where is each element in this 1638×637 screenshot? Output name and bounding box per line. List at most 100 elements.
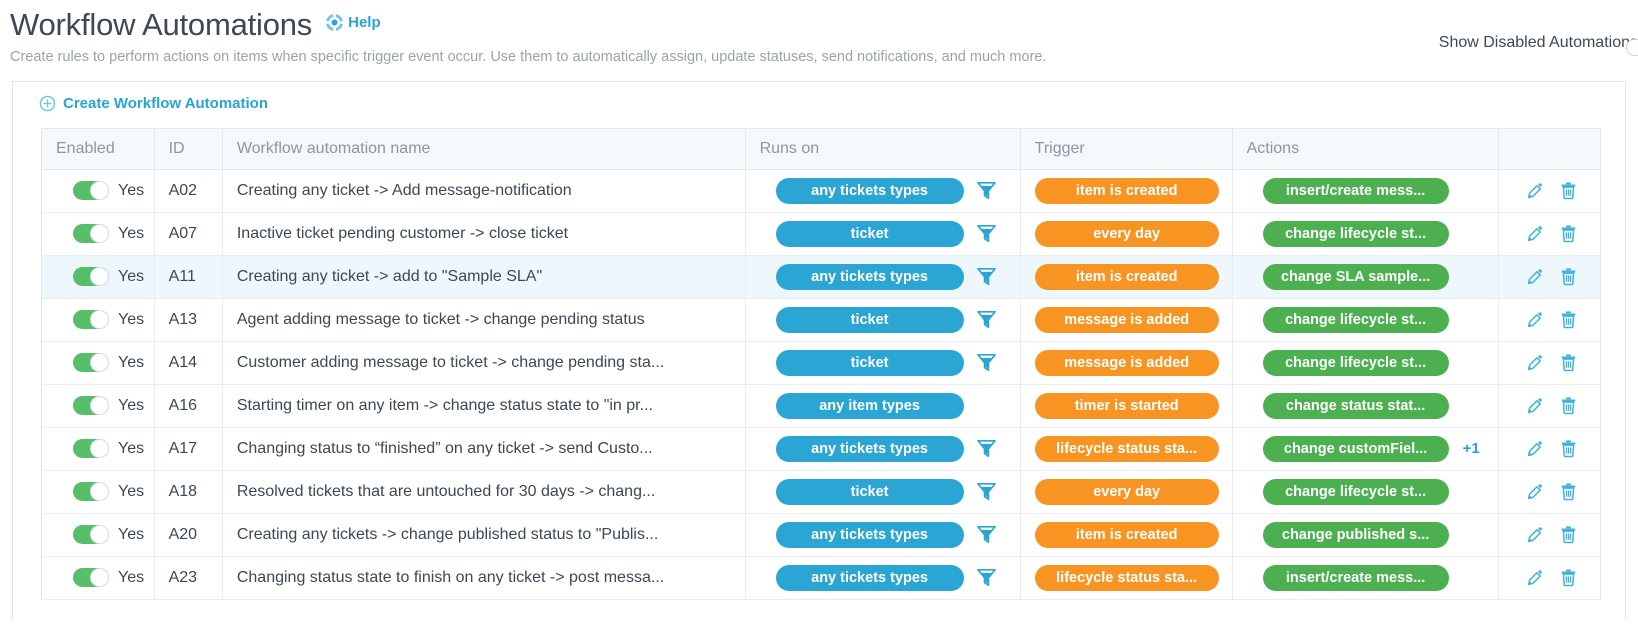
pencil-icon[interactable] bbox=[1526, 482, 1545, 501]
trash-icon[interactable] bbox=[1559, 310, 1578, 329]
trash-icon[interactable] bbox=[1559, 482, 1578, 501]
trigger-pill[interactable]: every day bbox=[1035, 479, 1219, 505]
trash-icon[interactable] bbox=[1559, 439, 1578, 458]
runs-on-pill[interactable]: any tickets types bbox=[776, 565, 964, 591]
runs-on-pill[interactable]: any item types bbox=[776, 393, 964, 419]
funnel-icon[interactable] bbox=[977, 182, 996, 199]
cell-name[interactable]: Resolved tickets that are untouched for … bbox=[222, 470, 745, 513]
trash-icon[interactable] bbox=[1559, 568, 1578, 587]
column-header-actions[interactable]: Actions bbox=[1232, 129, 1498, 169]
trash-icon[interactable] bbox=[1559, 396, 1578, 415]
table-row[interactable]: YesA18Resolved tickets that are untouche… bbox=[42, 470, 1600, 513]
action-pill[interactable]: change lifecycle st... bbox=[1263, 479, 1449, 505]
enabled-toggle[interactable] bbox=[73, 310, 109, 329]
cell-name[interactable]: Agent adding message to ticket -> change… bbox=[222, 298, 745, 341]
pencil-icon[interactable] bbox=[1526, 310, 1545, 329]
trigger-pill[interactable]: message is added bbox=[1035, 350, 1219, 376]
runs-on-pill[interactable]: ticket bbox=[776, 307, 964, 333]
trash-icon[interactable] bbox=[1559, 525, 1578, 544]
column-header-name[interactable]: Workflow automation name bbox=[222, 129, 745, 169]
trigger-pill[interactable]: item is created bbox=[1035, 178, 1219, 204]
funnel-icon[interactable] bbox=[977, 526, 996, 543]
table-row[interactable]: YesA23Changing status state to finish on… bbox=[42, 556, 1600, 599]
pencil-icon[interactable] bbox=[1526, 181, 1545, 200]
action-pill[interactable]: change SLA sample... bbox=[1263, 264, 1449, 290]
enabled-toggle[interactable] bbox=[73, 224, 109, 243]
column-header-trigger[interactable]: Trigger bbox=[1020, 129, 1232, 169]
trigger-pill[interactable]: item is created bbox=[1035, 522, 1219, 548]
show-disabled-automations-toggle[interactable] bbox=[1626, 39, 1638, 56]
enabled-toggle[interactable] bbox=[73, 353, 109, 372]
pencil-icon[interactable] bbox=[1526, 439, 1545, 458]
action-pill[interactable]: change lifecycle st... bbox=[1263, 350, 1449, 376]
runs-on-pill[interactable]: any tickets types bbox=[776, 436, 964, 462]
column-header-id[interactable]: ID bbox=[154, 129, 222, 169]
pencil-icon[interactable] bbox=[1526, 224, 1545, 243]
show-disabled-automations-label[interactable]: Show Disabled Automations bbox=[1439, 34, 1638, 52]
cell-name[interactable]: Changing status state to finish on any t… bbox=[222, 556, 745, 599]
cell-name[interactable]: Inactive ticket pending customer -> clos… bbox=[222, 212, 745, 255]
cell-name[interactable]: Creating any ticket -> add to "Sample SL… bbox=[222, 255, 745, 298]
help-link[interactable]: Help bbox=[326, 14, 381, 31]
enabled-toggle[interactable] bbox=[73, 525, 109, 544]
table-row[interactable]: YesA11Creating any ticket -> add to "Sam… bbox=[42, 255, 1600, 298]
pencil-icon[interactable] bbox=[1526, 353, 1545, 372]
runs-on-pill[interactable]: ticket bbox=[776, 479, 964, 505]
trigger-pill[interactable]: timer is started bbox=[1035, 393, 1219, 419]
cell-name[interactable]: Creating any ticket -> Add message-notif… bbox=[222, 169, 745, 212]
enabled-toggle[interactable] bbox=[73, 396, 109, 415]
table-row[interactable]: YesA14Customer adding message to ticket … bbox=[42, 341, 1600, 384]
column-header-enabled[interactable]: Enabled bbox=[42, 129, 154, 169]
trigger-pill[interactable]: item is created bbox=[1035, 264, 1219, 290]
trash-icon[interactable] bbox=[1559, 181, 1578, 200]
pencil-icon[interactable] bbox=[1526, 525, 1545, 544]
cell-name[interactable]: Changing status to “finished” on any tic… bbox=[222, 427, 745, 470]
action-pill[interactable]: change customFiel... bbox=[1263, 436, 1449, 462]
funnel-icon[interactable] bbox=[977, 354, 996, 371]
enabled-toggle[interactable] bbox=[73, 267, 109, 286]
create-workflow-automation-button[interactable]: Create Workflow Automation bbox=[39, 95, 268, 112]
action-pill[interactable]: change lifecycle st... bbox=[1263, 221, 1449, 247]
funnel-icon[interactable] bbox=[977, 311, 996, 328]
trigger-pill[interactable]: lifecycle status sta... bbox=[1035, 565, 1219, 591]
runs-on-pill[interactable]: ticket bbox=[776, 350, 964, 376]
table-row[interactable]: YesA20Creating any tickets -> change pub… bbox=[42, 513, 1600, 556]
action-pill[interactable]: change published s... bbox=[1263, 522, 1449, 548]
runs-on-pill[interactable]: ticket bbox=[776, 221, 964, 247]
table-row[interactable]: YesA16Starting timer on any item -> chan… bbox=[42, 384, 1600, 427]
enabled-toggle[interactable] bbox=[73, 181, 109, 200]
table-row[interactable]: YesA17Changing status to “finished” on a… bbox=[42, 427, 1600, 470]
runs-on-pill[interactable]: any tickets types bbox=[776, 522, 964, 548]
runs-on-pill[interactable]: any tickets types bbox=[776, 264, 964, 290]
column-header-runs-on[interactable]: Runs on bbox=[745, 129, 1020, 169]
pencil-icon[interactable] bbox=[1526, 396, 1545, 415]
table-row[interactable]: YesA07Inactive ticket pending customer -… bbox=[42, 212, 1600, 255]
table-row[interactable]: YesA02Creating any ticket -> Add message… bbox=[42, 169, 1600, 212]
trash-icon[interactable] bbox=[1559, 224, 1578, 243]
action-pill[interactable]: insert/create mess... bbox=[1263, 565, 1449, 591]
pencil-icon[interactable] bbox=[1526, 568, 1545, 587]
funnel-icon[interactable] bbox=[977, 483, 996, 500]
cell-name[interactable]: Creating any tickets -> change published… bbox=[222, 513, 745, 556]
enabled-toggle[interactable] bbox=[73, 439, 109, 458]
funnel-icon[interactable] bbox=[977, 569, 996, 586]
cell-name[interactable]: Starting timer on any item -> change sta… bbox=[222, 384, 745, 427]
funnel-icon[interactable] bbox=[977, 268, 996, 285]
trash-icon[interactable] bbox=[1559, 353, 1578, 372]
trigger-pill[interactable]: lifecycle status sta... bbox=[1035, 436, 1219, 462]
trigger-pill[interactable]: message is added bbox=[1035, 307, 1219, 333]
table-row[interactable]: YesA13Agent adding message to ticket -> … bbox=[42, 298, 1600, 341]
runs-on-pill[interactable]: any tickets types bbox=[776, 178, 964, 204]
action-pill[interactable]: change status stat... bbox=[1263, 393, 1449, 419]
funnel-icon[interactable] bbox=[977, 440, 996, 457]
action-pill[interactable]: insert/create mess... bbox=[1263, 178, 1449, 204]
funnel-icon[interactable] bbox=[977, 225, 996, 242]
extra-actions-count[interactable]: +1 bbox=[1463, 440, 1480, 457]
trigger-pill[interactable]: every day bbox=[1035, 221, 1219, 247]
trash-icon[interactable] bbox=[1559, 267, 1578, 286]
cell-name[interactable]: Customer adding message to ticket -> cha… bbox=[222, 341, 745, 384]
pencil-icon[interactable] bbox=[1526, 267, 1545, 286]
enabled-toggle[interactable] bbox=[73, 482, 109, 501]
enabled-toggle[interactable] bbox=[73, 568, 109, 587]
action-pill[interactable]: change lifecycle st... bbox=[1263, 307, 1449, 333]
